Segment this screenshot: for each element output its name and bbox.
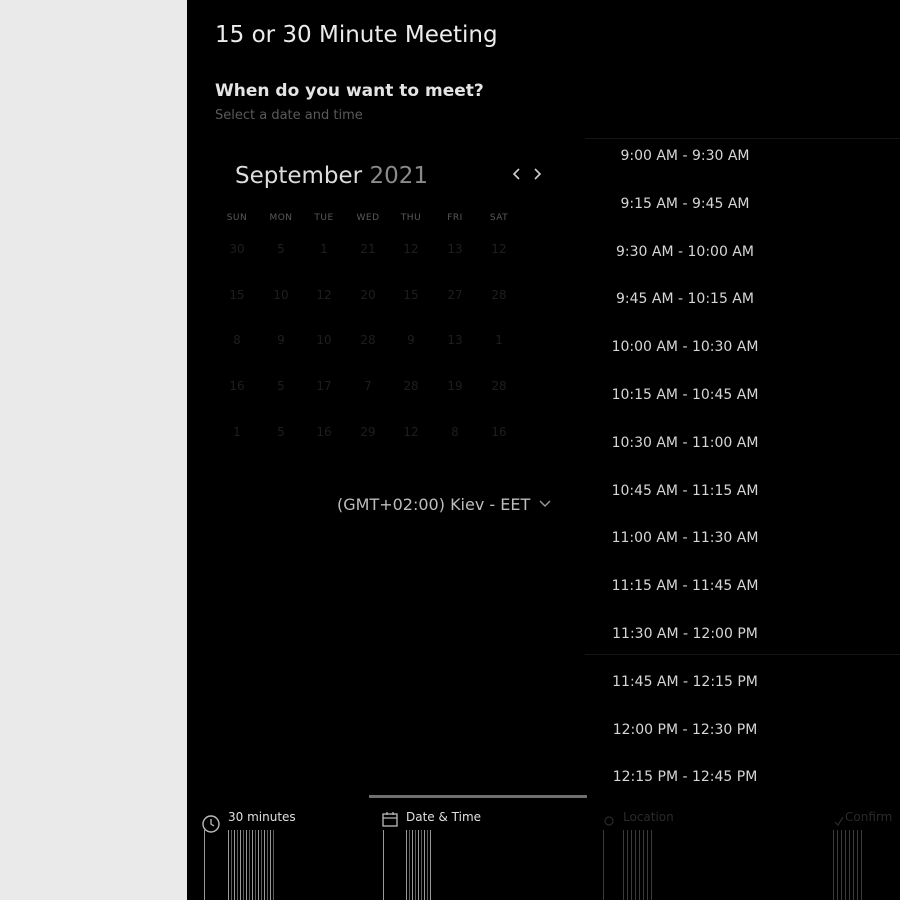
calendar-day[interactable]: 5 [259, 425, 303, 439]
calendar-day[interactable]: 20 [346, 288, 390, 302]
time-slot[interactable]: 11:15 AM - 11:45 AM [585, 578, 785, 594]
calendar-day[interactable]: 16 [477, 425, 521, 439]
left-blank-area [0, 0, 187, 900]
calendar-icon [382, 812, 398, 827]
calendar-month: September [235, 163, 363, 189]
calendar-day[interactable]: 7 [346, 379, 390, 393]
step-detail-lines [623, 830, 653, 900]
calendar-day[interactable]: 12 [389, 425, 433, 439]
calendar-day[interactable]: 21 [346, 242, 390, 256]
time-slot[interactable]: 10:45 AM - 11:15 AM [585, 483, 785, 499]
calendar-day[interactable]: 8 [433, 425, 477, 439]
calendar-day[interactable]: 28 [477, 379, 521, 393]
weekday-label: MON [269, 213, 293, 223]
chevron-left-icon [512, 168, 520, 180]
next-month-button[interactable] [529, 166, 545, 187]
calendar-day[interactable]: 17 [302, 379, 346, 393]
question-heading: When do you want to meet? [215, 81, 484, 101]
calendar-day[interactable]: 28 [389, 379, 433, 393]
calendar-day[interactable]: 12 [389, 242, 433, 256]
prev-month-button[interactable] [509, 166, 525, 187]
weekday-label: TUE [314, 213, 334, 223]
weekday-label: SUN [226, 213, 248, 223]
time-slot[interactable]: 11:45 AM - 12:15 PM [585, 674, 785, 690]
time-slot[interactable]: 9:00 AM - 9:30 AM [585, 148, 785, 164]
step-line [383, 830, 386, 900]
time-slot-list: 9:00 AM - 9:30 AM 9:15 AM - 9:45 AM 9:30 A… [585, 138, 900, 790]
calendar-day[interactable]: 28 [477, 288, 521, 302]
calendar-day[interactable]: 5 [259, 379, 303, 393]
time-slot[interactable]: 12:15 PM - 12:45 PM [585, 769, 785, 785]
calendar-year: 2021 [369, 163, 428, 189]
time-slot[interactable]: 12:00 PM - 12:30 PM [585, 722, 785, 738]
calendar-day[interactable]: 27 [433, 288, 477, 302]
calendar-day[interactable]: 5 [259, 242, 303, 256]
calendar-day[interactable]: 15 [389, 288, 433, 302]
time-slot[interactable]: 11:00 AM - 11:30 AM [585, 530, 785, 546]
step-date-time[interactable]: Date & Time [406, 810, 481, 824]
weekday-label: THU [400, 213, 422, 223]
question-subtitle: Select a date and time [215, 108, 363, 123]
calendar-day[interactable]: 10 [302, 333, 346, 347]
scheduler-panel: 15 or 30 Minute Meeting When do you want… [187, 0, 900, 900]
weekday-label: FRI [447, 213, 463, 223]
calendar-day[interactable]: 13 [433, 333, 477, 347]
calendar: September 2021 SUN MON TUE WED THU FRI SAT 30 5… [215, 160, 565, 460]
step-line [204, 830, 207, 900]
step-progress-bar [369, 795, 587, 798]
calendar-day[interactable]: 16 [215, 379, 259, 393]
step-duration[interactable]: 30 minutes [228, 810, 296, 824]
time-slot[interactable]: 10:15 AM - 10:45 AM [585, 387, 785, 403]
calendar-day[interactable]: 12 [302, 288, 346, 302]
step-confirm[interactable]: Confirm [845, 810, 892, 824]
step-location[interactable]: Location [623, 810, 674, 824]
calendar-month-label: September 2021 [235, 163, 428, 189]
calendar-day[interactable]: 9 [389, 333, 433, 347]
weekday-label: WED [356, 213, 380, 223]
step-detail-lines [228, 830, 276, 900]
calendar-day[interactable]: 29 [346, 425, 390, 439]
calendar-day[interactable]: 9 [259, 333, 303, 347]
time-slot[interactable]: 10:00 AM - 10:30 AM [585, 339, 785, 355]
calendar-day[interactable]: 12 [477, 242, 521, 256]
time-slot[interactable]: 9:45 AM - 10:15 AM [585, 291, 785, 307]
calendar-day[interactable]: 8 [215, 333, 259, 347]
calendar-day[interactable]: 1 [477, 333, 521, 347]
calendar-day[interactable]: 1 [302, 242, 346, 256]
time-slot[interactable]: 9:15 AM - 9:45 AM [585, 196, 785, 212]
step-detail-lines [406, 830, 432, 900]
location-icon [604, 816, 614, 826]
calendar-day[interactable]: 30 [215, 242, 259, 256]
step-bar: 30 minutes Date & Time Location Confirm [187, 790, 900, 900]
calendar-day[interactable]: 16 [302, 425, 346, 439]
chevron-right-icon [534, 168, 542, 180]
time-slot[interactable]: 11:30 AM - 12:00 PM [585, 626, 785, 642]
calendar-day[interactable]: 28 [346, 333, 390, 347]
step-line [833, 830, 863, 900]
chevron-down-icon[interactable] [537, 495, 553, 513]
meeting-title: 15 or 30 Minute Meeting [215, 22, 498, 48]
step-line [603, 830, 606, 900]
calendar-day[interactable]: 13 [433, 242, 477, 256]
calendar-day[interactable]: 15 [215, 288, 259, 302]
weekday-label: SAT [489, 213, 509, 223]
calendar-day[interactable]: 19 [433, 379, 477, 393]
calendar-day[interactable]: 1 [215, 425, 259, 439]
timezone-select[interactable]: (GMT+02:00) Kiev - EET [337, 495, 530, 514]
time-slot[interactable]: 10:30 AM - 11:00 AM [585, 435, 785, 451]
calendar-day[interactable]: 10 [259, 288, 303, 302]
check-icon [834, 816, 844, 826]
time-slot[interactable]: 9:30 AM - 10:00 AM [585, 244, 785, 260]
